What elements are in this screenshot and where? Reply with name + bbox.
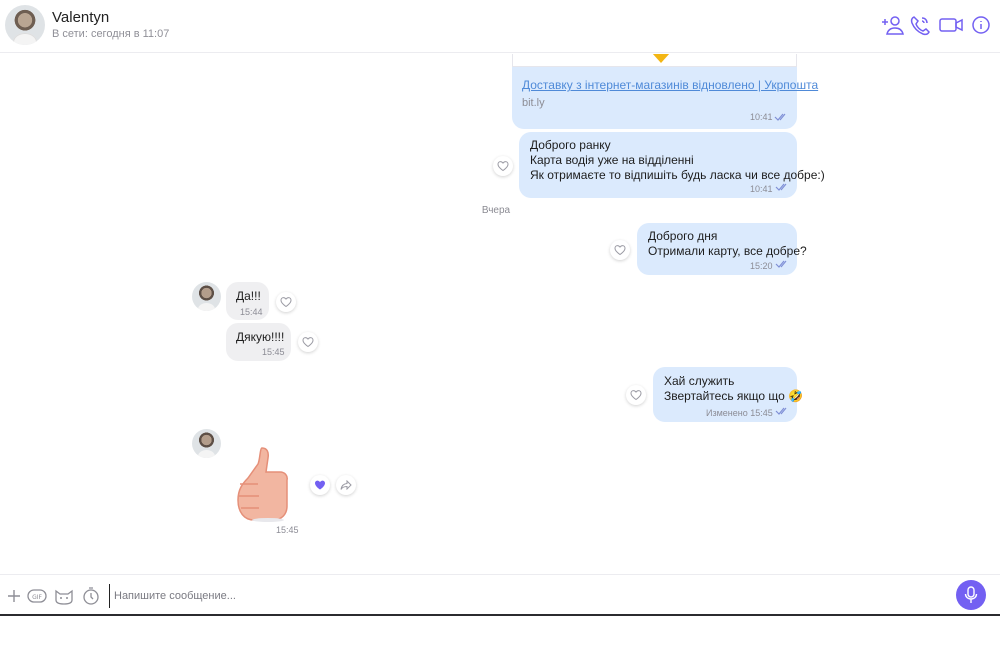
message-input[interactable] [109, 584, 939, 608]
message-text: Отримали карту, все добре? [648, 244, 807, 258]
link-preview-domain: bit.ly [522, 97, 545, 109]
message-text: Доброго дня [648, 229, 718, 243]
info-icon[interactable] [970, 14, 994, 36]
message-time: 10:41 [750, 112, 773, 122]
message-text: Звертайтесь якщо що 🤣 [664, 389, 804, 403]
preview-arrow-icon [652, 54, 670, 63]
contact-avatar[interactable] [192, 282, 221, 311]
contact-name[interactable]: Valentyn [52, 9, 109, 26]
thumbs-up-sticker[interactable] [232, 446, 298, 522]
message-time: Изменено 15:45 [706, 408, 773, 418]
message-composer: GIF [0, 574, 1000, 616]
message-time: 15:45 [262, 347, 285, 357]
plus-icon[interactable] [4, 586, 24, 606]
contact-avatar[interactable] [5, 5, 45, 45]
read-ticks-icon [775, 260, 787, 268]
message-text: Доброго ранку [530, 138, 611, 152]
message-text: Карта водія уже на відділенні [530, 153, 694, 167]
like-heart-icon[interactable] [276, 292, 296, 312]
window-bottom-border [0, 614, 1000, 616]
message-time: 15:20 [750, 261, 773, 271]
like-heart-icon[interactable] [298, 332, 318, 352]
message-list[interactable]: Доставку з інтернет-магазинів відновлено… [0, 54, 1000, 574]
message-text: Дякую!!!! [236, 330, 285, 344]
message-time: 10:41 [750, 184, 773, 194]
microphone-icon [964, 586, 978, 603]
link-preview-title[interactable]: Доставку з інтернет-магазинів відновлено… [522, 78, 818, 92]
liked-heart-icon[interactable] [310, 475, 330, 495]
outgoing-message[interactable]: Доброго ранку Карта водія уже на відділе… [519, 132, 825, 198]
like-heart-icon[interactable] [493, 156, 513, 176]
read-ticks-icon [775, 407, 787, 415]
contact-avatar[interactable] [192, 429, 221, 458]
video-call-icon[interactable] [938, 14, 964, 36]
message-time: 15:45 [276, 525, 299, 535]
like-heart-icon[interactable] [626, 385, 646, 405]
read-ticks-icon [774, 113, 786, 121]
share-icon[interactable] [336, 475, 356, 495]
message-text: Як отримаєте то відпишіть будь ласка чи … [530, 168, 825, 182]
gif-icon[interactable]: GIF [26, 586, 48, 606]
phone-icon[interactable] [908, 14, 932, 36]
timer-icon[interactable] [81, 586, 101, 606]
outgoing-message[interactable]: Доброго дня Отримали карту, все добре? 1… [637, 223, 807, 275]
svg-text:GIF: GIF [32, 594, 42, 601]
message-text: Да!!! [236, 289, 261, 303]
link-preview-message[interactable]: Доставку з інтернет-магазинів відновлено… [512, 54, 818, 129]
incoming-message[interactable]: Дякую!!!! 15:45 [226, 323, 291, 361]
read-ticks-icon [775, 183, 787, 191]
message-time: 15:44 [240, 307, 263, 317]
microphone-button[interactable] [956, 580, 986, 610]
chat-header: Valentyn В сети: сегодня в 11:07 [0, 0, 1000, 53]
sticker-icon[interactable] [53, 586, 75, 606]
message-text: Хай служить [664, 374, 735, 388]
date-separator: Вчера [481, 205, 511, 216]
like-heart-icon[interactable] [610, 240, 630, 260]
incoming-message[interactable]: Да!!! 15:44 [226, 282, 269, 320]
add-participant-icon[interactable] [881, 14, 905, 36]
contact-status: В сети: сегодня в 11:07 [52, 28, 170, 40]
outgoing-message[interactable]: Хай служить Звертайтесь якщо що 🤣 Измене… [653, 367, 804, 422]
viber-chat-window: Valentyn В сети: сегодня в 11:07 Доставк… [0, 0, 1000, 671]
